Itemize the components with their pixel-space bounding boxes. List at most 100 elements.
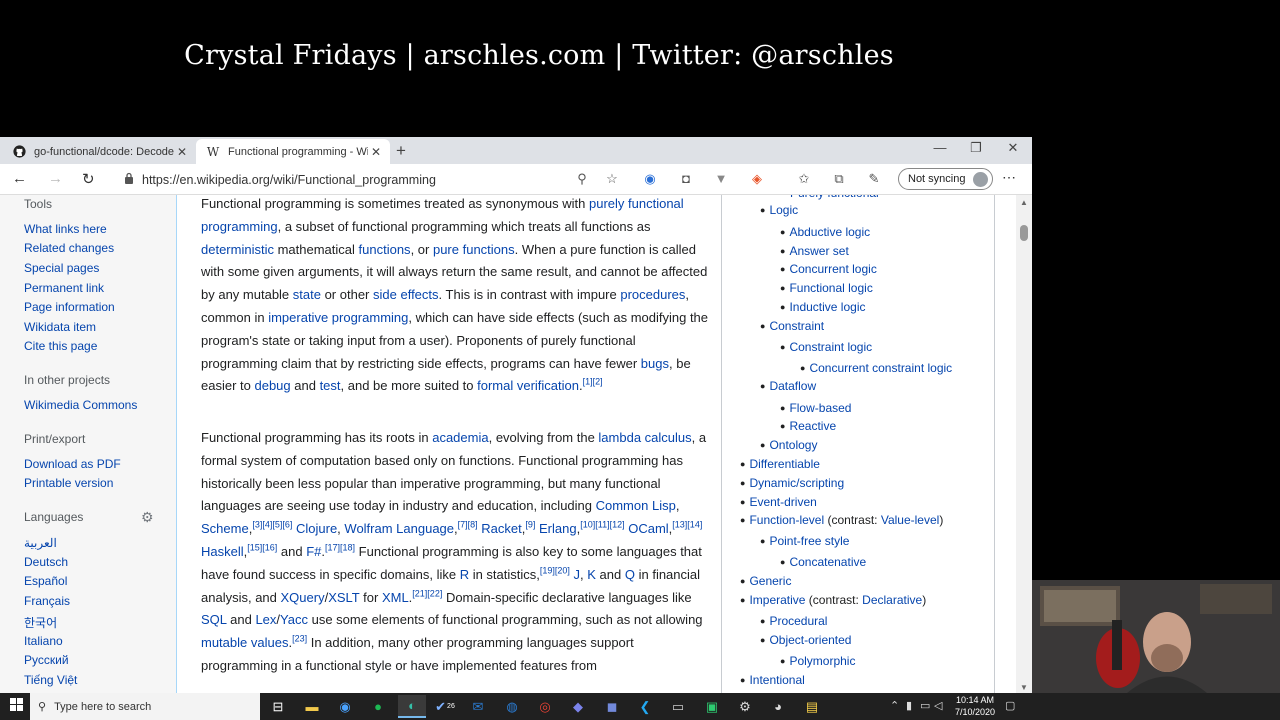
article-link[interactable]: Yacc [280,612,308,627]
obs-icon[interactable]: ◕ [764,695,792,718]
article-link[interactable]: K [587,567,596,582]
article-link[interactable]: academia [432,430,488,445]
article-link[interactable]: mutable values [201,635,288,650]
navbox-item[interactable]: ● Concurrent logic [780,262,877,276]
navbox-cut-item[interactable]: Purely functional [790,195,879,200]
article-link[interactable]: imperative programming [268,310,408,325]
sidebar-link[interactable]: Page information [24,300,115,314]
teams-icon[interactable]: ◆ [564,695,592,718]
navbox-link[interactable]: Function-level [749,513,824,527]
navbox-link[interactable]: Logic [769,203,798,217]
navbox-item[interactable]: ● Logic [760,203,798,217]
sidebar-link[interactable]: Download as PDF [24,457,121,471]
sidebar-link[interactable]: Printable version [24,476,113,490]
tab-wikipedia[interactable]: W Functional programming - Wikip ✕ [196,139,390,164]
citation-link[interactable]: [17][18] [325,543,355,553]
navbox-item[interactable]: ● Object-oriented [760,633,851,647]
navbox-link[interactable]: Declarative [862,593,922,607]
more-menu-icon[interactable]: ⋯ [1002,169,1016,186]
article-link[interactable]: Erlang [539,521,577,536]
taskbar-clock[interactable]: 10:14 AM 7/10/2020 [950,694,1000,718]
edge-icon[interactable]: ◐ [398,695,426,718]
article-link[interactable]: Scheme [201,521,249,536]
article-link[interactable]: debug [254,378,290,393]
navbox-item[interactable]: ● Answer set [780,244,849,258]
feedback-icon[interactable]: ✎ [865,171,883,187]
citation-link[interactable]: [9] [525,520,535,530]
browser-icon[interactable]: ◍ [498,695,526,718]
navbox-item[interactable]: ● Polymorphic [780,654,855,668]
citation-link[interactable]: [19][20] [540,565,570,575]
citation-link[interactable]: [3][4][5][6] [252,520,292,530]
navbox-item[interactable]: ● Differentiable [740,457,820,471]
vscode-icon[interactable]: ❮ [631,695,659,718]
todo-icon[interactable]: ✔ 26 [431,695,459,718]
back-icon[interactable]: ← [12,170,27,187]
navbox-item[interactable]: ● Generic [740,574,791,588]
navbox-item[interactable]: ● Ontology [760,438,817,452]
navbox-item[interactable]: ● Dataflow [760,379,816,393]
article-link[interactable]: Common Lisp [596,498,676,513]
navbox-item[interactable]: ● Constraint [760,319,824,333]
navbox-link[interactable]: Reactive [789,419,836,433]
navbox-link[interactable]: Differentiable [749,457,820,471]
navbox-link[interactable]: Polymorphic [789,654,855,668]
navbox-item[interactable]: ● Flow-based [780,401,851,415]
navbox-link[interactable]: Point-free style [769,534,849,548]
article-link[interactable]: lambda calculus [598,430,691,445]
citation-link[interactable]: [23] [292,634,307,644]
scroll-thumb[interactable] [1020,225,1028,241]
navbox-item[interactable]: ● Intentional [740,673,805,687]
article-link[interactable]: SQL [201,612,227,627]
favorite-star-icon[interactable]: ☆ [603,171,621,187]
scroll-down-icon[interactable]: ▼ [1020,683,1028,692]
article-link[interactable]: Wolfram Language [344,521,454,536]
navbox-link[interactable]: Imperative [749,593,805,607]
taskbar-search-input[interactable]: ⚲ Type here to search [30,693,260,720]
navbox-link[interactable]: Object-oriented [769,633,851,647]
navbox-link[interactable]: Constraint logic [789,340,872,354]
article-link[interactable]: Lex [255,612,276,627]
article-link[interactable]: functions [359,242,411,257]
language-link[interactable]: Français [24,594,70,608]
sidebar-link[interactable]: Permanent link [24,281,104,295]
language-link[interactable]: العربية [24,536,57,550]
sync-button[interactable]: Not syncing [898,168,994,190]
brave-rewards-icon[interactable]: ◈ [748,171,766,187]
navbox-link[interactable]: Constraint [769,319,824,333]
navbox-link[interactable]: Event-driven [749,495,816,509]
navbox-link[interactable]: Answer set [789,244,848,258]
tray-chevron-icon[interactable]: ⌃ [890,699,899,712]
app-icon[interactable]: ▣ [698,695,726,718]
discord-icon[interactable]: ◼ [598,695,626,718]
sidebar-link[interactable]: Wikimedia Commons [24,398,137,412]
navbox-item[interactable]: ● Function-level (contrast: Value-level) [740,513,943,527]
article-link[interactable]: OCaml [628,521,668,536]
volume-icon[interactable]: ◁ [934,699,942,712]
navbox-link[interactable]: Generic [749,574,791,588]
navbox-link[interactable]: Ontology [769,438,817,452]
navbox-item[interactable]: ● Reactive [780,419,836,433]
article-link[interactable]: XQuery [281,590,325,605]
article-link[interactable]: Q [625,567,635,582]
navbox-link[interactable]: Intentional [749,673,804,687]
store-icon[interactable]: ▤ [798,695,826,718]
page-scrollbar[interactable]: ▲ ▼ [1016,195,1032,695]
minimize-icon[interactable]: — [922,140,958,155]
article-link[interactable]: XSLT [328,590,359,605]
article-link[interactable]: Clojure [296,521,337,536]
citation-link[interactable]: [10][11][12] [580,520,624,530]
sidebar-link[interactable]: Wikidata item [24,320,96,334]
navbox-item[interactable]: ● Concurrent constraint logic [800,361,952,375]
article-link[interactable]: bugs [641,356,669,371]
navbox-link[interactable]: Concurrent constraint logic [809,361,952,375]
refresh-icon[interactable]: ↻ [82,170,95,188]
navbox-item[interactable]: ● Inductive logic [780,300,865,314]
navbox-item[interactable]: ● Functional logic [780,281,873,295]
navbox-item[interactable]: ● Concatenative [780,555,866,569]
chrome-icon[interactable]: ◎ [531,695,559,718]
scroll-up-icon[interactable]: ▲ [1020,198,1028,207]
citation-link[interactable]: [21][22] [412,588,442,598]
search-icon[interactable]: ⚲ [573,171,591,187]
task-view-icon[interactable]: ⊟ [264,695,292,718]
